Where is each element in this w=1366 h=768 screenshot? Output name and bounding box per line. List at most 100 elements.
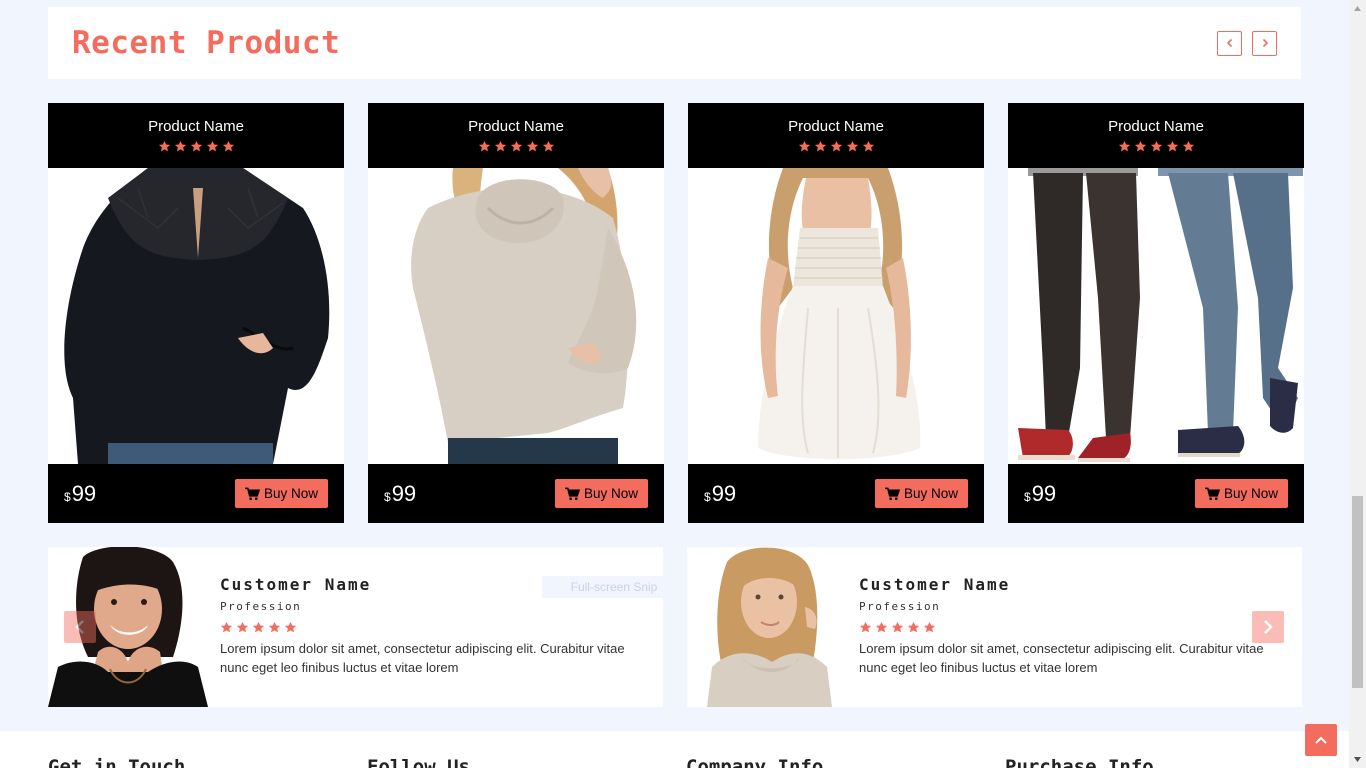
product-name: Product Name xyxy=(148,118,244,135)
scroll-thumb[interactable] xyxy=(1352,496,1363,688)
carousel-nav xyxy=(1217,30,1277,56)
woman-beige-cowl-neck-sweater-image xyxy=(368,168,664,464)
star-icon xyxy=(798,140,810,152)
star-icon xyxy=(1182,140,1194,152)
cart-icon xyxy=(1204,487,1220,500)
buy-now-label: Buy Now xyxy=(583,486,638,501)
testimonial-text: Lorem ipsum dolor sit amet, consectetur … xyxy=(859,641,1264,675)
customer-profession: Profession xyxy=(220,600,302,613)
footer-heading: Purchase Info xyxy=(1005,756,1154,768)
product-card[interactable]: Product Name $99 Buy Now xyxy=(48,103,344,523)
chevron-left-icon xyxy=(75,620,84,634)
star-icon xyxy=(236,621,249,633)
page-scrollbar[interactable] xyxy=(1349,0,1366,768)
chevron-left-icon xyxy=(1226,38,1232,48)
product-image[interactable] xyxy=(48,168,344,464)
testimonial-body: Customer Name Profession Lorem ipsum dol… xyxy=(847,547,1287,707)
star-icon xyxy=(252,621,265,633)
scroll-down-arrow[interactable] xyxy=(1349,751,1366,768)
price-value: 99 xyxy=(1031,480,1057,506)
currency-symbol: $ xyxy=(1024,489,1031,504)
star-rating xyxy=(859,621,1287,634)
cart-icon xyxy=(244,487,260,500)
testimonial-card: Customer Name Profession Lorem ipsum dol… xyxy=(687,547,1302,707)
back-to-top-button[interactable] xyxy=(1305,724,1337,756)
testimonial-slider: Customer Name Profession Lorem ipsum dol… xyxy=(48,547,1302,707)
buy-now-button[interactable]: Buy Now xyxy=(234,479,328,508)
testimonial-card: Customer Name Profession Lorem ipsum dol… xyxy=(48,547,663,707)
footer: Get in Touch Follow Us Company Info Purc… xyxy=(0,731,1349,768)
star-rating xyxy=(478,140,555,153)
product-name: Product Name xyxy=(788,118,884,135)
footer-heading: Get in Touch xyxy=(48,756,186,768)
star-icon xyxy=(923,621,936,633)
product-card[interactable]: Product Name $99 Buy Now xyxy=(368,103,664,523)
buy-now-button[interactable]: Buy Now xyxy=(1194,479,1288,508)
scroll-up-arrow[interactable] xyxy=(1349,0,1366,17)
snip-overlay-hint: Full-screen Snip xyxy=(542,576,686,598)
carousel-next-button[interactable] xyxy=(1252,30,1277,56)
buy-now-button[interactable]: Buy Now xyxy=(554,479,648,508)
product-price: $99 xyxy=(64,481,96,507)
product-list: Product Name $99 Buy Now Product Name $9… xyxy=(48,103,1304,523)
woman-black-lace-blouse-image xyxy=(48,168,344,464)
star-rating xyxy=(798,140,875,153)
footer-heading: Company Info xyxy=(686,756,824,768)
testimonial-prev-button[interactable] xyxy=(64,611,96,643)
product-header: Product Name xyxy=(1008,103,1304,168)
chevron-right-icon xyxy=(1264,620,1273,634)
star-icon xyxy=(284,621,297,633)
product-header: Product Name xyxy=(368,103,664,168)
product-header: Product Name xyxy=(48,103,344,168)
product-footer: $99 Buy Now xyxy=(688,464,984,523)
product-image[interactable] xyxy=(688,168,984,464)
cart-icon xyxy=(564,487,580,500)
buy-now-label: Buy Now xyxy=(1223,486,1278,501)
carousel-prev-button[interactable] xyxy=(1217,30,1242,56)
star-icon xyxy=(174,140,186,152)
star-icon xyxy=(862,140,874,152)
triangle-down-icon xyxy=(1354,757,1361,762)
product-footer: $99 Buy Now xyxy=(1008,464,1304,523)
section-title: Recent Product xyxy=(72,25,341,61)
customer-profession: Profession xyxy=(859,600,941,613)
star-icon xyxy=(206,140,218,152)
product-card[interactable]: Product Name $99 Buy Now xyxy=(1008,103,1304,523)
star-icon xyxy=(158,140,170,152)
star-icon xyxy=(268,621,281,633)
buy-now-button[interactable]: Buy Now xyxy=(874,479,968,508)
star-icon xyxy=(1118,140,1130,152)
star-rating xyxy=(1118,140,1195,153)
star-icon xyxy=(1134,140,1146,152)
product-name: Product Name xyxy=(1108,118,1204,135)
star-icon xyxy=(190,140,202,152)
product-card[interactable]: Product Name $99 Buy Now xyxy=(688,103,984,523)
chevron-right-icon xyxy=(1262,38,1268,48)
product-name: Product Name xyxy=(468,118,564,135)
star-icon xyxy=(891,621,904,633)
star-icon xyxy=(907,621,920,633)
currency-symbol: $ xyxy=(384,489,391,504)
star-icon xyxy=(1166,140,1178,152)
testimonial-text: Lorem ipsum dolor sit amet, consectetur … xyxy=(220,641,625,675)
star-icon xyxy=(478,140,490,152)
star-icon xyxy=(542,140,554,152)
price-value: 99 xyxy=(391,480,417,506)
product-image[interactable] xyxy=(1008,168,1304,464)
testimonial-next-button[interactable] xyxy=(1252,611,1284,643)
star-icon xyxy=(494,140,506,152)
star-rating xyxy=(220,621,648,634)
product-price: $99 xyxy=(1024,481,1056,507)
star-icon xyxy=(859,621,872,633)
cart-icon xyxy=(884,487,900,500)
star-icon xyxy=(1150,140,1162,152)
customer-name: Customer Name xyxy=(859,575,1011,594)
product-image[interactable] xyxy=(368,168,664,464)
product-header: Product Name xyxy=(688,103,984,168)
footer-heading: Follow Us xyxy=(367,756,470,768)
star-icon xyxy=(510,140,522,152)
footer-columns: Get in Touch Follow Us Company Info Purc… xyxy=(48,756,1324,768)
product-price: $99 xyxy=(704,481,736,507)
price-value: 99 xyxy=(71,480,97,506)
buy-now-label: Buy Now xyxy=(903,486,958,501)
